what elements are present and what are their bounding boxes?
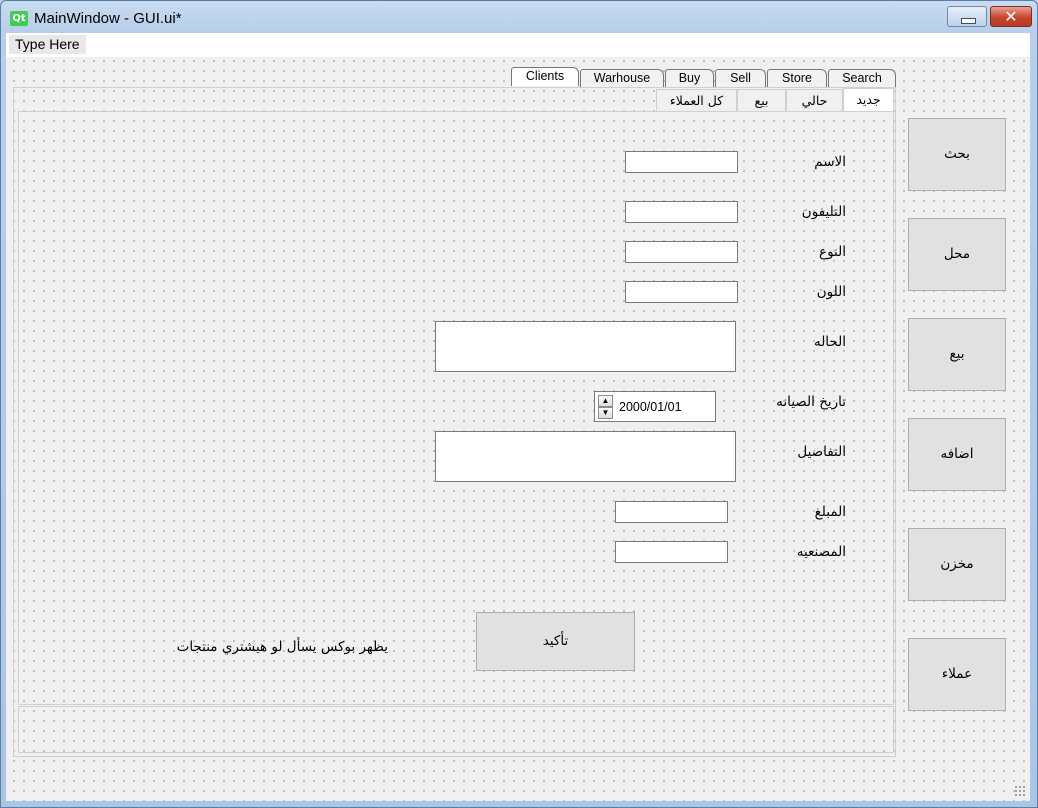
side-shop-button[interactable]: محل bbox=[908, 218, 1006, 291]
date-down-button[interactable]: ▼ bbox=[598, 407, 613, 419]
color-label: اللون bbox=[816, 284, 846, 300]
color-input[interactable] bbox=[625, 281, 738, 303]
phone-label: التليفون bbox=[801, 204, 846, 220]
name-label: الاسم bbox=[814, 154, 846, 170]
minimize-button[interactable] bbox=[947, 6, 987, 27]
inner-tab-new[interactable]: جديد bbox=[843, 88, 894, 111]
window-title: MainWindow - GUI.ui* bbox=[34, 10, 182, 27]
title-bar[interactable]: Qt MainWindow - GUI.ui* ✕ bbox=[1, 1, 1037, 33]
side-add-button[interactable]: اضافه bbox=[908, 418, 1006, 491]
resize-grip-icon[interactable] bbox=[1014, 785, 1026, 797]
manufacture-input[interactable] bbox=[615, 541, 728, 563]
main-window: Qt MainWindow - GUI.ui* ✕ Type Here Clie… bbox=[0, 0, 1038, 808]
condition-textarea[interactable] bbox=[435, 321, 736, 372]
inner-tab-all-clients[interactable]: كل العملاء bbox=[656, 89, 737, 112]
details-label: التفاصيل bbox=[797, 444, 846, 460]
amount-input[interactable] bbox=[615, 501, 728, 523]
phone-input[interactable] bbox=[625, 201, 738, 223]
maintenance-date-value: 2000/01/01 bbox=[619, 400, 682, 414]
purchase-hint-text: يظهر بوكس يسأل لو هيشتري منتجات bbox=[176, 639, 388, 655]
close-button[interactable]: ✕ bbox=[990, 6, 1032, 27]
condition-label: الحاله bbox=[813, 334, 846, 350]
type-label: النوع bbox=[819, 244, 846, 260]
date-up-button[interactable]: ▲ bbox=[598, 395, 613, 407]
confirm-button[interactable]: تأكيد bbox=[476, 612, 635, 671]
amount-label: المبلغ bbox=[814, 504, 846, 520]
tab-warhouse[interactable]: Warhouse bbox=[580, 69, 664, 87]
tab-clients[interactable]: Clients bbox=[511, 67, 579, 86]
side-search-button[interactable]: بحث bbox=[908, 118, 1006, 191]
client-area: Type Here Clients Warhouse Buy Sell Stor… bbox=[6, 33, 1030, 801]
menu-bar: Type Here bbox=[6, 33, 1030, 57]
inner-tab-sell[interactable]: بيع bbox=[737, 89, 786, 112]
inner-tab-current[interactable]: حالي bbox=[786, 89, 843, 112]
tab-sell[interactable]: Sell bbox=[715, 69, 766, 87]
tab-store[interactable]: Store bbox=[767, 69, 827, 87]
close-icon: ✕ bbox=[1004, 7, 1018, 26]
side-sell-button[interactable]: بيع bbox=[908, 318, 1006, 391]
tab-buy[interactable]: Buy bbox=[665, 69, 714, 87]
name-input[interactable] bbox=[625, 151, 738, 173]
details-textarea[interactable] bbox=[435, 431, 736, 482]
maintenance-date-edit[interactable]: ▲ ▼ 2000/01/01 bbox=[594, 391, 716, 422]
maintenance-date-label: تاريخ الصيانه bbox=[776, 394, 846, 410]
qt-logo-icon: Qt bbox=[10, 11, 28, 26]
bottom-panel bbox=[18, 706, 894, 753]
manufacture-label: المصنعيه bbox=[796, 544, 846, 560]
type-input[interactable] bbox=[625, 241, 738, 263]
menu-type-here[interactable]: Type Here bbox=[9, 35, 86, 54]
side-store-button[interactable]: مخزن bbox=[908, 528, 1006, 601]
side-clients-button[interactable]: عملاء bbox=[908, 638, 1006, 711]
tab-search[interactable]: Search bbox=[828, 69, 896, 87]
